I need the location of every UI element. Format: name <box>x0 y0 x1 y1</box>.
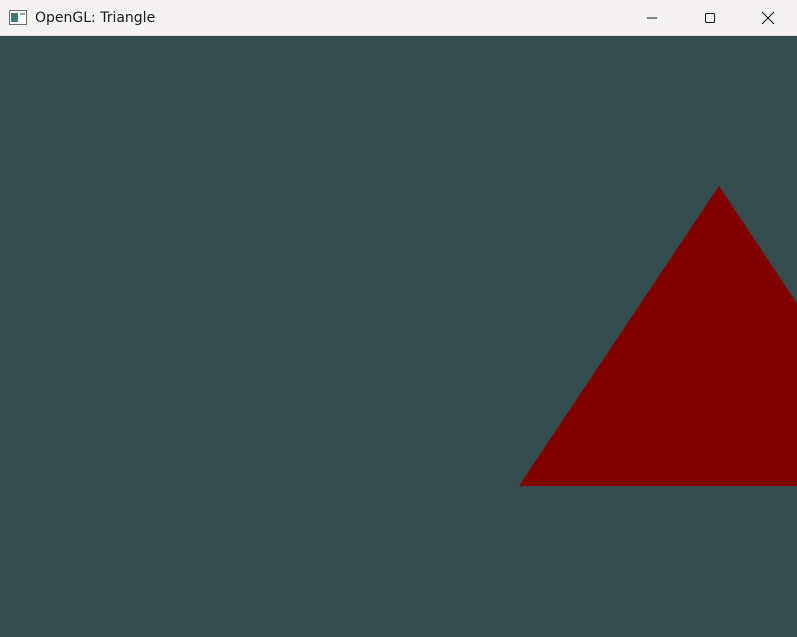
minimize-button[interactable] <box>623 0 681 36</box>
maximize-button[interactable] <box>681 0 739 36</box>
title-bar[interactable]: OpenGL: Triangle <box>0 0 797 36</box>
minimize-icon <box>646 12 658 24</box>
close-button[interactable] <box>739 0 797 36</box>
window-title: OpenGL: Triangle <box>35 10 156 26</box>
close-icon <box>761 11 775 25</box>
app-window: OpenGL: Triangle <box>0 0 797 637</box>
opengl-viewport[interactable] <box>0 36 797 637</box>
maximize-icon <box>704 12 716 24</box>
opengl-app-icon <box>9 10 27 25</box>
